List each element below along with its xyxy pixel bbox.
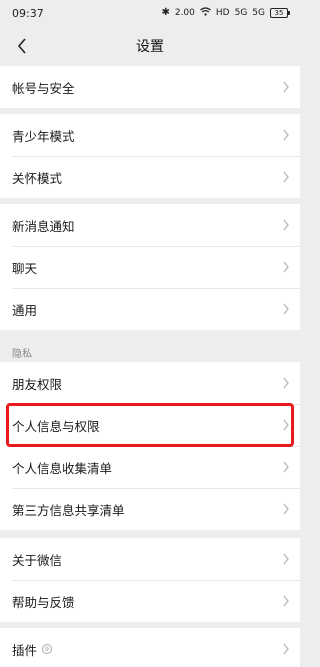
chevron-right-icon (283, 81, 289, 93)
wifi-icon (200, 7, 211, 19)
status-bar: 09:37 ✱ 2.00 HD 5G 5G 35 (0, 0, 300, 26)
battery-level: 35 (274, 9, 284, 17)
chevron-right-icon (283, 595, 289, 607)
settings-item-chat[interactable]: 聊天 (0, 246, 300, 288)
settings-item-personal-info-permissions[interactable]: 个人信息与权限 (0, 404, 300, 446)
settings-item-help-feedback[interactable]: 帮助与反馈 (0, 580, 300, 622)
group-general: 新消息通知 聊天 通用 (0, 204, 300, 330)
settings-item-account-security[interactable]: 帐号与安全 (0, 66, 300, 108)
item-label: 通用 (12, 302, 38, 318)
item-label: 关于微信 (12, 552, 63, 568)
section-header-privacy: 隐私 (12, 349, 32, 360)
item-label: 帐号与安全 (12, 80, 75, 96)
settings-item-plugins[interactable]: 插件 9 (0, 628, 300, 667)
signal-5g-label-1: 5G (234, 8, 248, 18)
chevron-right-icon (283, 171, 289, 183)
item-label: 第三方信息共享清单 (12, 502, 125, 518)
settings-item-teen-mode[interactable]: 青少年模式 (0, 114, 300, 156)
group-account: 帐号与安全 (0, 66, 300, 108)
group-modes: 青少年模式 关怀模式 (0, 114, 300, 198)
signal-5g-label-2: 5G (252, 8, 265, 18)
page-title: 设置 (136, 39, 164, 55)
hd-label: HD (215, 8, 230, 18)
group-about: 关于微信 帮助与反馈 (0, 538, 300, 622)
item-label: 帮助与反馈 (12, 594, 75, 610)
item-label: 个人信息与权限 (12, 418, 100, 434)
chevron-right-icon (283, 503, 289, 515)
plugins-label: 插件 (12, 642, 38, 658)
settings-item-about[interactable]: 关于微信 (0, 538, 300, 580)
item-label: 个人信息收集清单 (12, 460, 113, 476)
chevron-right-icon (283, 643, 289, 655)
settings-item-friend-permissions[interactable]: 朋友权限 (0, 362, 300, 404)
item-label: 聊天 (12, 260, 38, 276)
group-plugins: 插件 9 (0, 628, 300, 667)
status-time: 09:37 (12, 6, 44, 20)
chevron-right-icon (283, 261, 289, 273)
group-privacy: 朋友权限 个人信息与权限 个人信息收集清单 第三方信息共享清单 (0, 362, 300, 530)
chevron-right-icon (283, 419, 289, 431)
item-label: 关怀模式 (12, 170, 63, 186)
plugin-badge-icon: 9 (42, 644, 53, 654)
chevron-right-icon (283, 303, 289, 315)
item-label: 新消息通知 (12, 218, 75, 234)
bluetooth-icon: ✱ (161, 7, 170, 18)
chevron-right-icon (283, 219, 289, 231)
battery-icon: 35 (270, 8, 290, 18)
settings-item-notifications[interactable]: 新消息通知 (0, 204, 300, 246)
network-speed: 2.00 (174, 8, 195, 18)
settings-item-care-mode[interactable]: 关怀模式 (0, 156, 300, 198)
settings-item-personal-info-list[interactable]: 个人信息收集清单 (0, 446, 300, 488)
chevron-right-icon (283, 461, 289, 473)
item-label: 青少年模式 (12, 128, 75, 144)
back-button[interactable] (8, 32, 36, 60)
item-label: 朋友权限 (12, 376, 63, 392)
settings-item-general[interactable]: 通用 (0, 288, 300, 330)
nav-bar: 设置 (0, 26, 300, 66)
chevron-right-icon (283, 377, 289, 389)
status-icons: ✱ 2.00 HD 5G 5G 35 (161, 7, 290, 19)
chevron-right-icon (283, 129, 289, 141)
item-label: 插件 9 (12, 640, 53, 659)
chevron-right-icon (283, 553, 289, 565)
settings-item-third-party-sharing[interactable]: 第三方信息共享清单 (0, 488, 300, 530)
chevron-left-icon (17, 38, 26, 54)
